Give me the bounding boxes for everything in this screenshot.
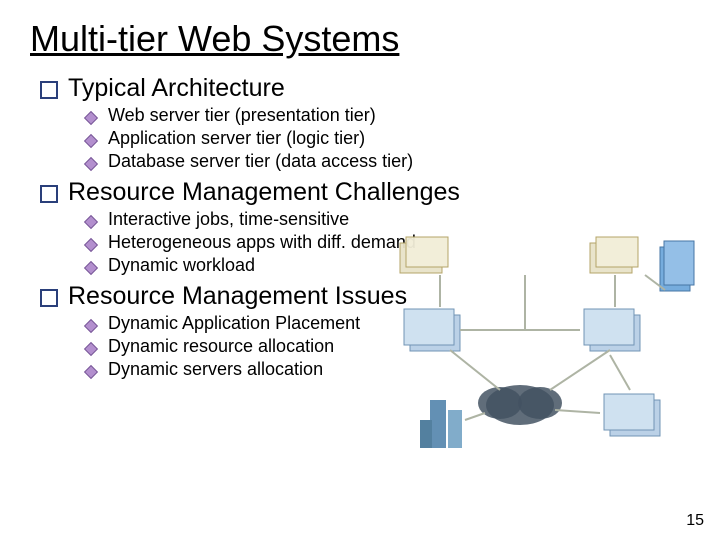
- list-item-text: Heterogeneous apps with diff. demand: [108, 232, 416, 253]
- diamond-bullet-icon: [84, 134, 98, 148]
- diamond-bullet-icon: [84, 319, 98, 333]
- diamond-bullet-icon: [84, 215, 98, 229]
- list-item: Web server tier (presentation tier): [86, 105, 690, 126]
- list-item-text: Web server tier (presentation tier): [108, 105, 376, 126]
- diamond-bullet-icon: [84, 238, 98, 252]
- page-number: 15: [686, 512, 704, 530]
- list-item-text: Interactive jobs, time-sensitive: [108, 209, 349, 230]
- architecture-diagram-icon: [390, 235, 700, 465]
- slide-title: Multi-tier Web Systems: [30, 18, 690, 60]
- section-heading-text: Resource Management Issues: [68, 282, 407, 311]
- section-heading-text: Typical Architecture: [68, 74, 285, 103]
- list-item-text: Application server tier (logic tier): [108, 128, 365, 149]
- list-item-text: Dynamic Application Placement: [108, 313, 360, 334]
- section-heading: Typical Architecture: [40, 74, 690, 103]
- list-item-text: Dynamic resource allocation: [108, 336, 334, 357]
- list-item-text: Database server tier (data access tier): [108, 151, 413, 172]
- list-item: Database server tier (data access tier): [86, 151, 690, 172]
- section-heading: Resource Management Challenges: [40, 178, 690, 207]
- list-item: Application server tier (logic tier): [86, 128, 690, 149]
- diamond-bullet-icon: [84, 342, 98, 356]
- diamond-bullet-icon: [84, 365, 98, 379]
- section-heading-text: Resource Management Challenges: [68, 178, 460, 207]
- diamond-bullet-icon: [84, 261, 98, 275]
- diamond-bullet-icon: [84, 111, 98, 125]
- list-item-text: Dynamic servers allocation: [108, 359, 323, 380]
- square-bullet-icon: [40, 81, 58, 99]
- square-bullet-icon: [40, 185, 58, 203]
- diamond-bullet-icon: [84, 157, 98, 171]
- list-item-text: Dynamic workload: [108, 255, 255, 276]
- list-item: Interactive jobs, time-sensitive: [86, 209, 690, 230]
- square-bullet-icon: [40, 289, 58, 307]
